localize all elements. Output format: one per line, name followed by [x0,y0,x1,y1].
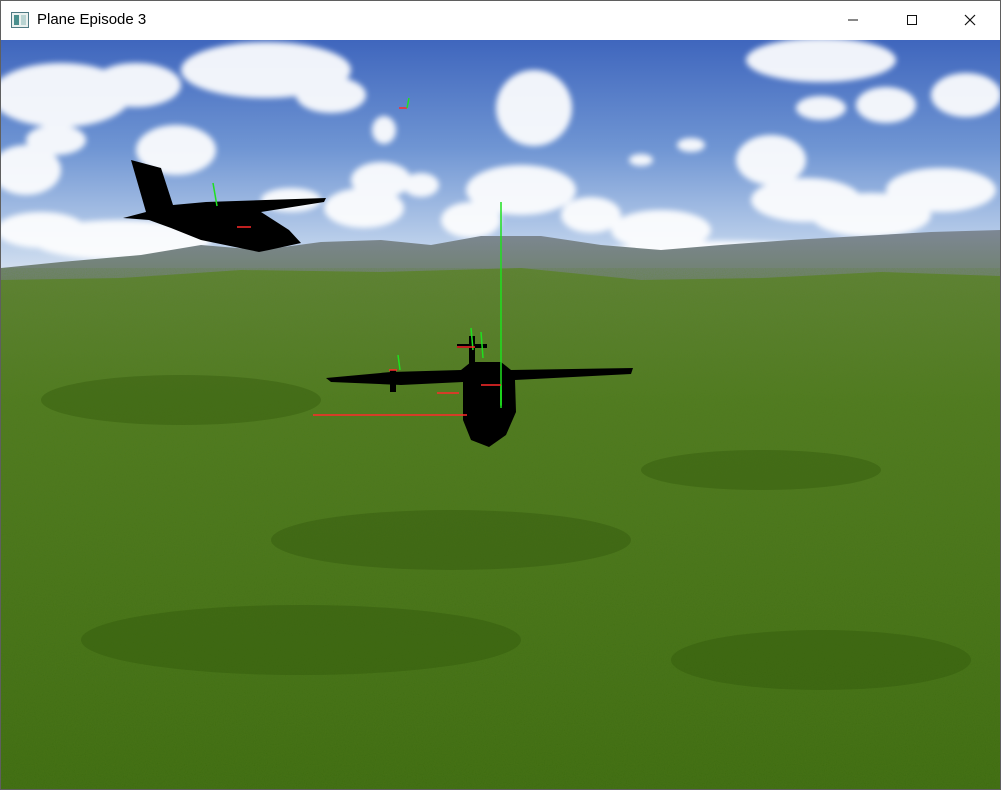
window-title: Plane Episode 3 [37,11,147,28]
minimize-icon [847,14,859,26]
title-bar[interactable]: Plane Episode 3 [1,1,1000,39]
minimize-button[interactable] [830,1,876,39]
close-button[interactable] [947,1,993,39]
maximize-icon [906,14,918,26]
maximize-button[interactable] [889,1,935,39]
close-icon [964,14,976,26]
window-app-icon [11,12,29,28]
player-plane-prop [390,370,396,392]
game-viewport[interactable] [1,40,1000,789]
game-window: Plane Episode 3 [0,0,1001,790]
scene-canvas [1,40,1000,789]
